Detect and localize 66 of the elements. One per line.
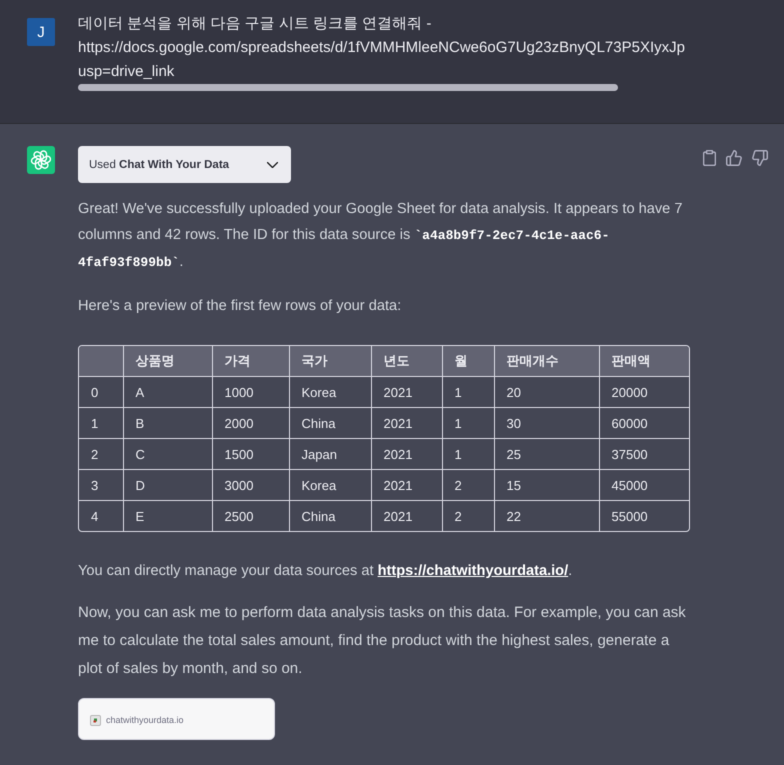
- table-cell: 2000: [212, 408, 289, 438]
- table-cell: 2021: [371, 376, 442, 408]
- table-cell: 22: [494, 500, 599, 531]
- table-cell: 2021: [371, 408, 442, 438]
- row-index-cell: 3: [79, 470, 123, 500]
- table-cell: 60000: [599, 408, 689, 438]
- chevron-icon: [267, 162, 278, 168]
- thumbs-up-icon[interactable]: [726, 150, 742, 166]
- table-cell: E: [123, 500, 212, 531]
- table-cell: 2021: [371, 438, 442, 470]
- table-cell: C: [123, 438, 212, 470]
- favicon-icon: [90, 714, 101, 726]
- column-header: 판매액: [599, 346, 689, 376]
- table-cell: 2021: [371, 500, 442, 531]
- table-cell: China: [289, 408, 371, 438]
- row-index-cell: 2: [79, 438, 123, 470]
- column-header: 년도: [371, 346, 442, 376]
- message-text-line: https://docs.google.com/spreadsheets/d/1fVMMHMleeNCwe6oG7Ug23zBnyQL73P5XIyxJp: [78, 38, 685, 58]
- table-cell: 1500: [212, 438, 289, 470]
- table-cell: 45000: [599, 470, 689, 500]
- thumbs-down-icon[interactable]: [752, 150, 768, 166]
- table-cell: 3000: [212, 470, 289, 500]
- paragraph: Here's a preview of the first few rows of your data:: [78, 297, 402, 316]
- table-cell: 2021: [371, 470, 442, 500]
- column-header: 상품명: [123, 346, 212, 376]
- table-cell: 1: [442, 376, 494, 408]
- table-cell: 20000: [599, 376, 689, 408]
- horizontal-scrollbar-thumb[interactable]: [78, 84, 618, 91]
- column-header: 가격: [212, 346, 289, 376]
- table-cell: 1: [442, 408, 494, 438]
- knot-logo-icon: [27, 146, 55, 174]
- link[interactable]: https://chatwithyourdata.io/: [378, 563, 568, 579]
- table-cell: 2: [442, 500, 494, 531]
- link-preview-card[interactable]: chatwithyourdata.io: [78, 698, 275, 740]
- table-cell: D: [123, 470, 212, 500]
- table-cell: China: [289, 500, 371, 531]
- clipboard-icon[interactable]: [703, 150, 716, 166]
- table-cell: 20: [494, 376, 599, 408]
- plugin-used-button[interactable]: Used Chat With Your Data: [78, 146, 291, 183]
- table-cell: 30: [494, 408, 599, 438]
- row-index-cell: 1: [79, 408, 123, 438]
- paragraph: Now, you can ask me to perform data analysis tasks on this data. For example, you can ask me to calculate the total sales amount, find the product with the highest sales, generate a plot of sales by month, and so on.: [78, 603, 687, 679]
- table-cell: 1: [442, 438, 494, 470]
- link-domain: chatwithyourdata.io: [106, 715, 184, 725]
- message-text-line: usp=drive_link: [78, 62, 174, 82]
- table-cell: B: [123, 408, 212, 438]
- column-header: 국가: [289, 346, 371, 376]
- table-cell: 1000: [212, 376, 289, 408]
- table-cell: 37500: [599, 438, 689, 470]
- column-header: 월: [442, 346, 494, 376]
- column-header: 판매개수: [494, 346, 599, 376]
- table-cell: A: [123, 376, 212, 408]
- table-cell: 15: [494, 470, 599, 500]
- paragraph: Great! We've successfully uploaded your Google Sheet for data analysis. It appears to have 7 columns and 42 rows. The ID for this data source is `a4a8b9f7-2ec7-4c1e-aac6-4faf93f899bb`.: [78, 200, 684, 272]
- table-cell: Japan: [289, 438, 371, 470]
- paragraph: You can directly manage your data sources at https://chatwithyourdata.io/.: [78, 562, 574, 581]
- table-cell: 2: [442, 470, 494, 500]
- table-cell: 2500: [212, 500, 289, 531]
- table-cell: Korea: [289, 376, 371, 408]
- row-index-cell: 0: [79, 376, 123, 408]
- message-text-line: 데이터 분석을 위해 다음 구글 시트 링크를 연결해줘 -: [78, 14, 432, 34]
- row-index-cell: 4: [79, 500, 123, 531]
- table-cell: Korea: [289, 470, 371, 500]
- table-cell: 55000: [599, 500, 689, 531]
- table-cell: 25: [494, 438, 599, 470]
- user-avatar: J: [27, 18, 55, 46]
